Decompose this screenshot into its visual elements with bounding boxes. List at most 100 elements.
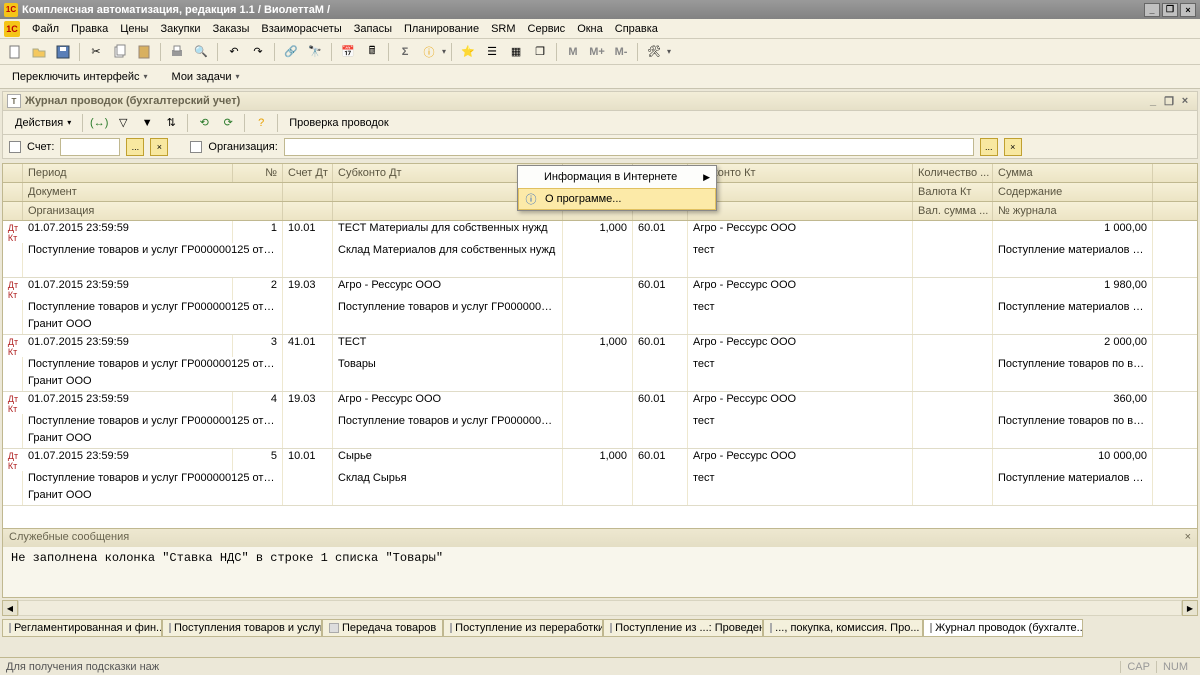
col-org[interactable]: Организация [23,202,283,220]
m-plus-icon[interactable]: M+ [586,41,608,63]
org-input[interactable] [284,138,974,156]
filter-icon[interactable]: ▽ [112,112,134,134]
close-button[interactable]: × [1180,3,1196,17]
col-acctdt[interactable]: Счет Дт [283,164,333,182]
scroll-track[interactable] [18,600,1182,616]
account-checkbox[interactable] [9,141,21,153]
save-icon[interactable] [52,41,74,63]
menu-service[interactable]: Сервис [522,21,572,37]
org-checkbox[interactable] [190,141,202,153]
open-icon[interactable] [28,41,50,63]
minimize-button[interactable]: _ [1144,3,1160,17]
col-no[interactable]: № [233,164,283,182]
col-period[interactable]: Период [23,164,233,182]
cell [563,471,633,488]
clone-icon[interactable]: ❐ [529,41,551,63]
menu-prices[interactable]: Цены [114,21,154,37]
window-tab[interactable]: Поступление из ...: Проведен [603,619,763,637]
preview-icon[interactable]: 🔍 [190,41,212,63]
cell-content: Поступление материалов по в... [993,243,1153,260]
org-clear-button[interactable]: × [1004,138,1022,156]
menu-windows[interactable]: Окна [571,21,609,37]
col-journalno[interactable]: № журнала [993,202,1153,220]
window-tab[interactable]: Журнал проводок (бухгалте... [923,619,1083,637]
m-minus-icon[interactable]: M- [610,41,632,63]
window-tab[interactable]: ..., покупка, комиссия. Про... [763,619,923,637]
messages-close-button[interactable]: × [1185,531,1191,545]
calculator-icon[interactable]: 🖩 [361,41,383,63]
favorites-icon[interactable]: ⭐ [457,41,479,63]
m-icon[interactable]: M [562,41,584,63]
row-marker-icon: ДтКт [3,335,23,357]
paste-icon[interactable] [133,41,155,63]
window-tab[interactable]: Регламентированная и фин... [2,619,162,637]
cell [563,260,633,277]
filter-off-icon[interactable]: ▼ [136,112,158,134]
calendar-icon[interactable]: 📅 [337,41,359,63]
ctx-info-internet[interactable]: Информация в Интернете ▶ [518,166,716,188]
tool-icon[interactable]: 🛠 [643,41,665,63]
org-select-button[interactable]: ... [980,138,998,156]
ctx-about[interactable]: ⓘ О программе... [518,188,716,210]
table-row[interactable]: ДтКт01.07.2015 23:59:59219.03Агро - Ресс… [3,278,1197,335]
horizontal-scrollbar[interactable]: ◀ ▶ [2,600,1198,616]
account-input[interactable] [60,138,120,156]
col-document[interactable]: Документ [23,183,283,201]
search-icon[interactable]: 🔭 [304,41,326,63]
col-content[interactable]: Содержание [993,183,1153,201]
col-subkkt[interactable]: Субконто Кт [688,164,913,182]
col-sum[interactable]: Сумма [993,164,1153,182]
list-icon[interactable]: ☰ [481,41,503,63]
cell-content: Поступление товаров по вх.до... [993,414,1153,431]
entries-grid[interactable]: Период № Счет Дт Субконто Дт Количество … [2,163,1198,543]
col-valsum[interactable]: Вал. сумма ... [913,202,993,220]
actions-menu[interactable]: Действия▾ [9,113,77,133]
menu-file[interactable]: Файл [26,21,65,37]
info-icon[interactable]: ⓘ [418,41,440,63]
doc-minimize-button[interactable]: _ [1145,94,1161,108]
copy-icon[interactable] [109,41,131,63]
scroll-left-button[interactable]: ◀ [2,600,18,616]
redo-icon[interactable]: ↷ [247,41,269,63]
nav-fwd-icon[interactable]: ⟳ [217,112,239,134]
cut-icon[interactable]: ✂ [85,41,107,63]
print-icon[interactable] [166,41,188,63]
account-select-button[interactable]: ... [126,138,144,156]
check-entries-button[interactable]: Проверка проводок [283,113,394,133]
doc-close-button[interactable]: × [1177,94,1193,108]
menu-planning[interactable]: Планирование [398,21,485,37]
scroll-right-button[interactable]: ▶ [1182,600,1198,616]
account-clear-button[interactable]: × [150,138,168,156]
menu-help[interactable]: Справка [609,21,664,37]
table-row[interactable]: ДтКт01.07.2015 23:59:59419.03Агро - Ресс… [3,392,1197,449]
window-tab[interactable]: Поступления товаров и услуг [162,619,322,637]
doc-restore-button[interactable]: ❐ [1161,94,1177,108]
refresh-icon[interactable]: (↔) [88,112,110,134]
menu-orders[interactable]: Заказы [207,21,256,37]
menu-purchases[interactable]: Закупки [154,21,206,37]
my-tasks-menu[interactable]: Мои задачи [166,69,250,85]
restore-button[interactable]: ❐ [1162,3,1178,17]
table-row[interactable]: ДтКт01.07.2015 23:59:59341.01ТЕСТ1,00060… [3,335,1197,392]
window-icon[interactable]: ▦ [505,41,527,63]
table-row[interactable]: ДтКт01.07.2015 23:59:59110.01ТЕСТ Матери… [3,221,1197,278]
menu-stock[interactable]: Запасы [348,21,398,37]
menu-settlements[interactable]: Взаиморасчеты [255,21,347,37]
sum-icon[interactable]: Σ [394,41,416,63]
menu-srm[interactable]: SRM [485,21,521,37]
table-row[interactable]: ДтКт01.07.2015 23:59:59510.01Сырье1,0006… [3,449,1197,506]
col-qtykt[interactable]: Количество ... [913,164,993,182]
window-tab[interactable]: Поступление из переработки [443,619,603,637]
nav-back-icon[interactable]: ⟲ [193,112,215,134]
help-icon[interactable]: ? [250,112,272,134]
switch-interface-menu[interactable]: Переключить интерфейс [6,69,158,85]
cell [283,243,333,260]
col-valkt[interactable]: Валюта Кт [913,183,993,201]
sort-icon[interactable]: ⇅ [160,112,182,134]
new-doc-icon[interactable] [4,41,26,63]
link-icon[interactable]: 🔗 [280,41,302,63]
window-tab[interactable]: Передача товаров [322,619,443,637]
cell-acctdt: 19.03 [283,392,333,414]
menu-edit[interactable]: Правка [65,21,114,37]
undo-icon[interactable]: ↶ [223,41,245,63]
